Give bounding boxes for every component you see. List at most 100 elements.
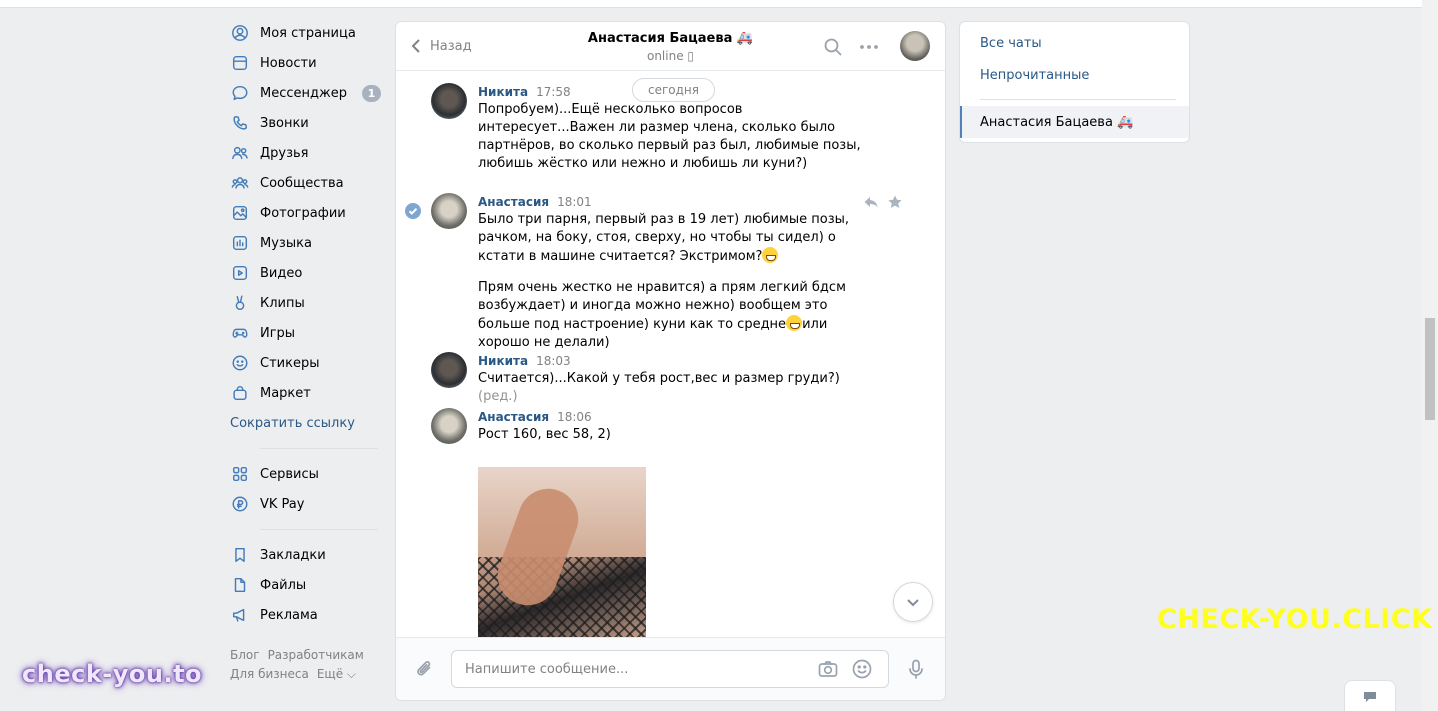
watermark-left: check-you.to: [22, 660, 203, 688]
chevron-down-icon: [907, 599, 919, 607]
chat-avatar[interactable]: [900, 31, 930, 61]
emoji-icon[interactable]: [851, 658, 873, 680]
communities-icon: [230, 173, 250, 193]
message-text-part: Было три парня, первый раз в 19 лет) люб…: [478, 212, 850, 264]
microphone-icon[interactable]: [905, 658, 927, 680]
nav-label: Друзья: [260, 145, 309, 161]
message-time[interactable]: 18:03: [536, 354, 571, 368]
shorten-link[interactable]: Сократить ссылку: [230, 408, 382, 438]
nav-item-games[interactable]: Игры: [230, 318, 382, 348]
left-navigation: Моя страница Новости Мессенджер 1 Звонки…: [230, 18, 382, 684]
bag-icon: [230, 383, 250, 403]
message-icon: [230, 83, 250, 103]
unread-badge: 1: [362, 85, 381, 102]
nav-label: Клипы: [260, 295, 305, 311]
avatar[interactable]: [431, 352, 467, 388]
phone-icon: [230, 113, 250, 133]
nav-label: Сервисы: [260, 466, 319, 482]
avatar[interactable]: [431, 408, 467, 444]
footer-link-business[interactable]: Для бизнеса: [230, 667, 309, 681]
nav-label: Фотографии: [260, 205, 346, 221]
nav-item-photos[interactable]: Фотографии: [230, 198, 382, 228]
megaphone-icon: [230, 605, 250, 625]
nav-item-vkpay[interactable]: VK Pay: [230, 489, 382, 519]
select-check-icon[interactable]: [405, 203, 421, 219]
nav-item-files[interactable]: Файлы: [230, 570, 382, 600]
nav-item-market[interactable]: Маркет: [230, 378, 382, 408]
nav-label: Закладки: [260, 547, 326, 563]
page-scrollbar-thumb[interactable]: [1425, 318, 1435, 420]
edited-marker[interactable]: (ред.): [478, 389, 518, 404]
message-author[interactable]: Анастасия: [478, 195, 549, 209]
avatar[interactable]: [431, 83, 467, 119]
nav-item-messenger[interactable]: Мессенджер 1: [230, 78, 382, 108]
watermark-right: CHECK-YOU.CLICK: [1157, 604, 1433, 635]
nav-item-communities[interactable]: Сообщества: [230, 168, 382, 198]
nav-item-ads[interactable]: Реклама: [230, 600, 382, 630]
clips-icon: [230, 293, 250, 313]
nav-item-clips[interactable]: Клипы: [230, 288, 382, 318]
message-composer: [396, 637, 945, 700]
nav-divider: [260, 448, 378, 449]
filter-unread[interactable]: Непрочитанные: [980, 68, 1089, 83]
nav-item-video[interactable]: Видео: [230, 258, 382, 288]
nav-label: Игры: [260, 325, 296, 341]
smile-icon: [230, 353, 250, 373]
nav-item-services[interactable]: Сервисы: [230, 459, 382, 489]
music-icon: [230, 233, 250, 253]
nav-item-news[interactable]: Новости: [230, 48, 382, 78]
nav-label: Звонки: [260, 115, 309, 131]
nav-item-music[interactable]: Музыка: [230, 228, 382, 258]
message-actions: [863, 194, 903, 210]
nav-label: VK Pay: [260, 496, 305, 512]
photo-attachment[interactable]: [478, 467, 646, 639]
nav-item-stickers[interactable]: Стикеры: [230, 348, 382, 378]
message-text-part: Считается)...Какой у тебя рост,вес и раз…: [478, 371, 840, 386]
chat-window: Назад Анастасия Бацаева 🚑 online ▯ сегод…: [395, 21, 946, 701]
nav-label: Новости: [260, 55, 317, 71]
footer-link-more[interactable]: Ещё ⌵: [317, 667, 356, 681]
nav-label: Видео: [260, 265, 303, 281]
news-icon: [230, 53, 250, 73]
message-author[interactable]: Анастасия: [478, 410, 549, 424]
avatar[interactable]: [431, 193, 467, 229]
message-time[interactable]: 18:01: [557, 195, 592, 209]
chat-bubble-icon: [1364, 692, 1376, 702]
nav-label: Стикеры: [260, 355, 320, 371]
star-icon[interactable]: [887, 194, 903, 210]
message-text: Было три парня, первый раз в 19 лет) люб…: [478, 211, 868, 266]
nav-divider: [260, 529, 378, 530]
footer-link-blog[interactable]: Блог: [230, 648, 260, 662]
message-author[interactable]: Никита: [478, 354, 528, 368]
active-chat-item[interactable]: Анастасия Бацаева 🚑: [960, 106, 1189, 138]
message-text: Рост 160, вес 58, 2): [478, 427, 611, 442]
nav-item-my-page[interactable]: Моя страница: [230, 18, 382, 48]
search-icon[interactable]: [822, 36, 844, 58]
footer-link-developers[interactable]: Разработчикам: [268, 648, 364, 662]
grin-emoji-icon: [786, 315, 803, 331]
nav-label: Маркет: [260, 385, 311, 401]
message-text: Попробуем)...Ещё несколько вопросов инте…: [478, 102, 861, 171]
message-time[interactable]: 17:58: [536, 85, 571, 99]
gamepad-icon: [230, 323, 250, 343]
message-author[interactable]: Никита: [478, 85, 528, 99]
friends-icon: [230, 143, 250, 163]
attach-icon[interactable]: [414, 658, 436, 680]
message-time[interactable]: 18:06: [557, 410, 592, 424]
video-icon: [230, 263, 250, 283]
file-icon: [230, 575, 250, 595]
scroll-down-button[interactable]: [893, 582, 933, 622]
filter-all-chats[interactable]: Все чаты: [980, 36, 1042, 51]
nav-item-friends[interactable]: Друзья: [230, 138, 382, 168]
grin-emoji-icon: [762, 247, 779, 263]
camera-icon[interactable]: [817, 658, 839, 680]
nav-item-bookmarks[interactable]: Закладки: [230, 540, 382, 570]
more-icon[interactable]: [858, 36, 880, 58]
nav-label: Реклама: [260, 607, 318, 623]
nav-label: Файлы: [260, 577, 307, 593]
nav-label: Сообщества: [260, 175, 344, 191]
chat-filter-panel: Все чаты Непрочитанные Анастасия Бацаева…: [959, 21, 1190, 143]
nav-label: Мессенджер: [260, 85, 347, 101]
chat-widget-button[interactable]: [1344, 680, 1396, 711]
nav-item-calls[interactable]: Звонки: [230, 108, 382, 138]
